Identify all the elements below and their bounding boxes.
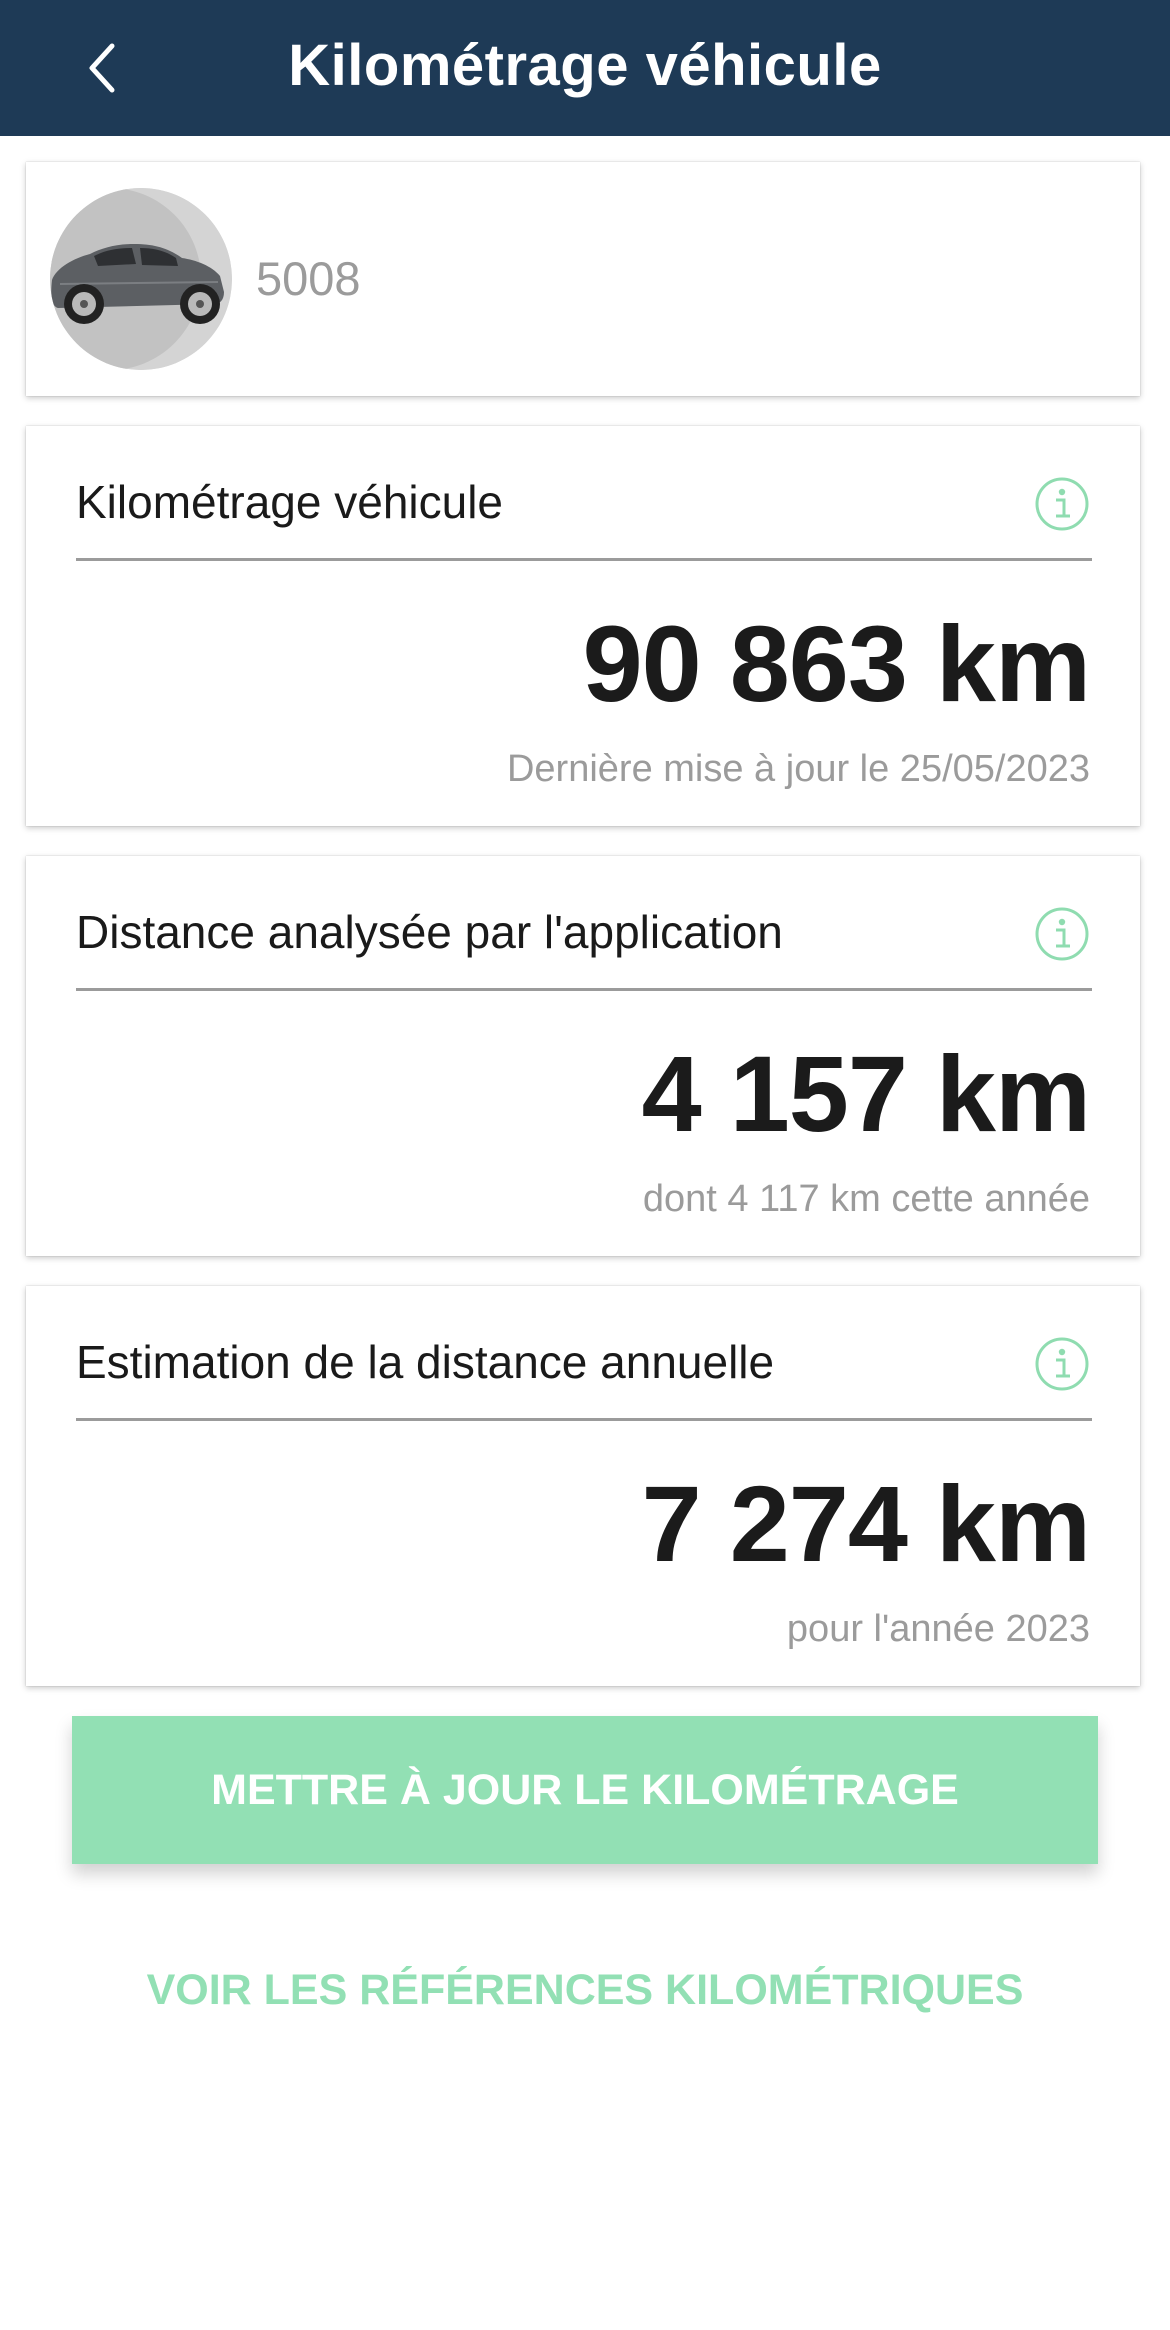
metric-value: 4 157 km [641,1033,1091,1154]
view-references-link[interactable]: VOIR LES RÉFÉRENCES KILOMÉTRIQUES [0,1950,1170,2030]
metric-value: 90 863 km [582,603,1091,724]
metric-card-annual-estimate: Estimation de la distance annuelle 7 274… [26,1286,1140,1686]
divider [76,558,1092,561]
metric-subtitle: Dernière mise à jour le 25/05/2023 [506,748,1090,790]
metric-card-odometer: Kilométrage véhicule 90 863 km Dernière … [26,426,1140,826]
app-header: Kilométrage véhicule [0,0,1170,136]
page-title: Kilométrage véhicule [288,33,882,98]
metric-value: 7 274 km [641,1463,1091,1584]
vehicle-name: 5008 [256,252,361,305]
metric-subtitle: pour l'année 2023 [786,1608,1090,1650]
vehicle-card[interactable]: 5008 [26,162,1140,396]
metric-card-analyzed-distance: Distance analysée par l'application 4 15… [26,856,1140,1256]
car-icon [50,188,232,370]
divider [76,1418,1092,1421]
metric-label: Kilométrage véhicule [76,476,504,528]
metric-label: Distance analysée par l'application [76,906,783,958]
info-icon[interactable] [1034,476,1090,532]
metric-subtitle: dont 4 117 km cette année [642,1178,1090,1220]
info-icon[interactable] [1034,1336,1090,1392]
update-mileage-button[interactable]: METTRE À JOUR LE KILOMÉTRAGE [72,1716,1098,1864]
metric-label: Estimation de la distance annuelle [76,1336,775,1388]
divider [76,988,1092,991]
info-icon[interactable] [1034,906,1090,962]
vehicle-avatar [50,188,232,370]
